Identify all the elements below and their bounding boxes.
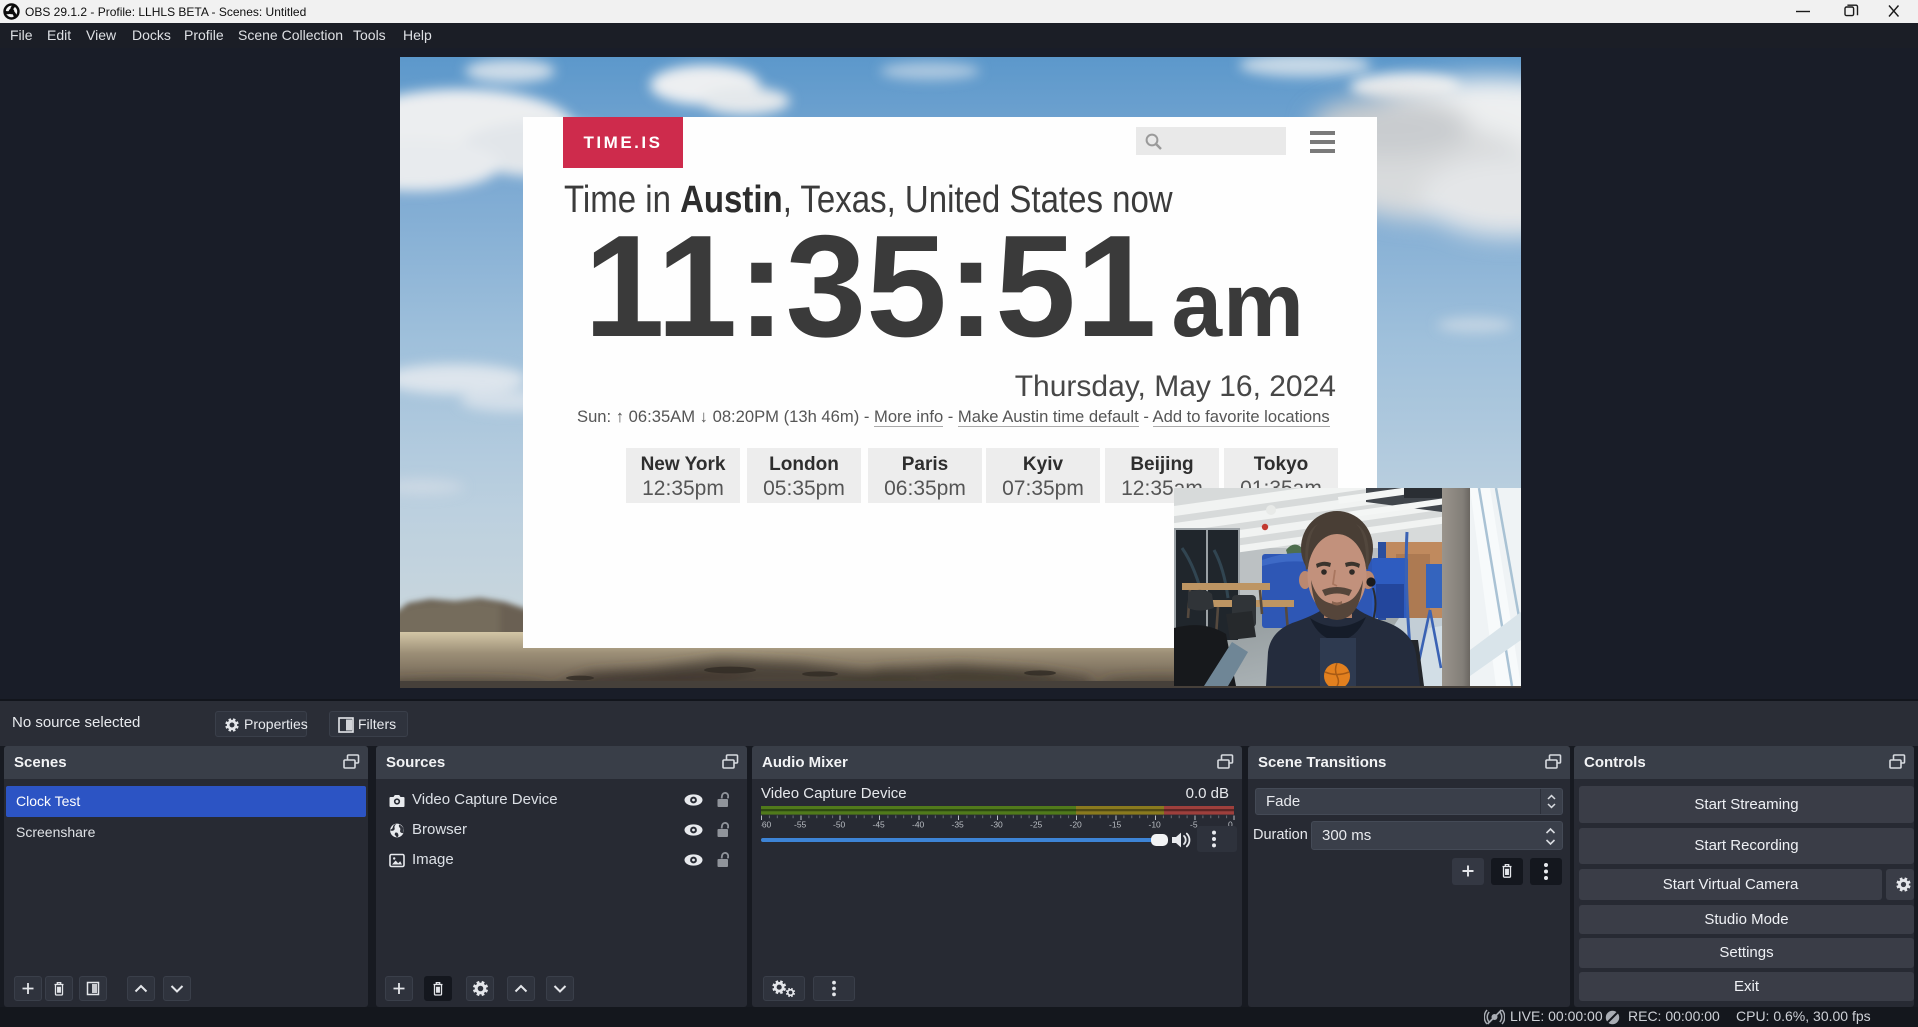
svg-text:-55: -55: [794, 820, 807, 829]
svg-text:-40: -40: [912, 820, 925, 829]
svg-text:-10: -10: [1149, 820, 1162, 829]
svg-text:-30: -30: [991, 820, 1004, 829]
svg-text:-20: -20: [1070, 820, 1083, 829]
svg-text:-35: -35: [952, 820, 965, 829]
svg-text:-15: -15: [1109, 820, 1122, 829]
svg-text:-50: -50: [833, 820, 846, 829]
svg-text:-25: -25: [1030, 820, 1043, 829]
svg-text:-45: -45: [873, 820, 886, 829]
svg-text:-60: -60: [761, 820, 772, 829]
